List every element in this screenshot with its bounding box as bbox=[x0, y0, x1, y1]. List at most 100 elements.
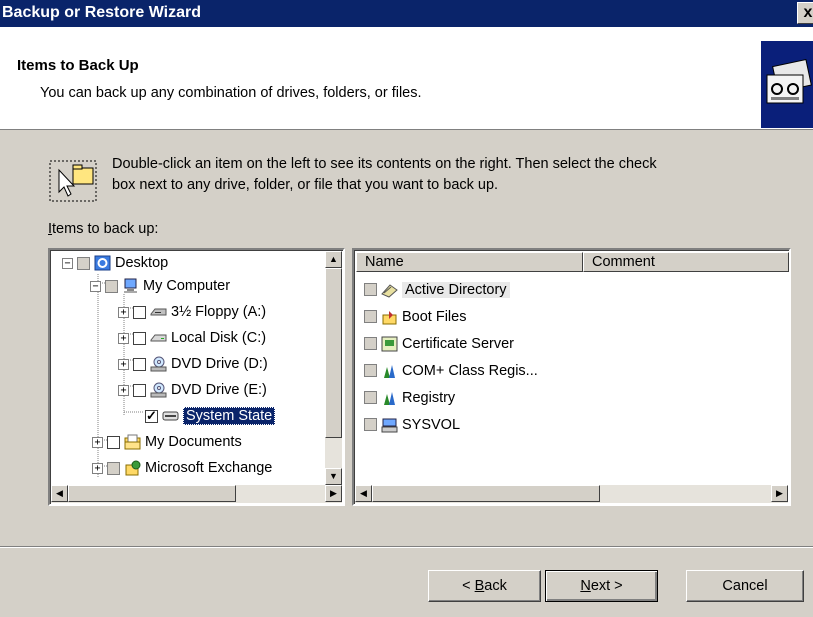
arrow-up-icon: ▲ bbox=[329, 254, 338, 264]
dvd-drive-icon bbox=[150, 356, 167, 372]
next-button[interactable]: Next > bbox=[545, 570, 658, 602]
list-horizontal-scrollbar[interactable]: ◀ ▶ bbox=[355, 485, 788, 503]
expand-toggle[interactable]: + bbox=[92, 436, 103, 448]
checkbox-my-documents[interactable] bbox=[107, 435, 120, 449]
tree-item-dvd-e[interactable]: + DVD Drive (E:) bbox=[118, 379, 267, 401]
list-item-registry[interactable]: Registry bbox=[364, 386, 455, 409]
scroll-left-button[interactable]: ◀ bbox=[355, 485, 372, 502]
checkbox-desktop[interactable] bbox=[77, 256, 90, 270]
checkbox-local-disk[interactable] bbox=[133, 331, 146, 345]
checkbox-dvd-e[interactable] bbox=[133, 383, 146, 397]
tree-item-system-state[interactable]: System State bbox=[145, 405, 276, 427]
tree-item-floppy[interactable]: + 3½ Floppy (A:) bbox=[118, 301, 266, 323]
items-tree[interactable]: − Desktop − My Computer + 3½ Floppy (A:)… bbox=[48, 248, 345, 506]
tree-item-label: Local Disk (C:) bbox=[171, 330, 267, 346]
expand-toggle[interactable]: + bbox=[92, 462, 103, 474]
checkbox[interactable] bbox=[364, 364, 377, 377]
list-item-com-plus[interactable]: COM+ Class Regis... bbox=[364, 359, 538, 382]
scroll-thumb[interactable] bbox=[372, 485, 600, 502]
checkbox-floppy[interactable] bbox=[133, 305, 146, 319]
column-header-comment[interactable]: Comment bbox=[583, 252, 789, 272]
scroll-down-button[interactable]: ▼ bbox=[325, 468, 342, 485]
tree-item-my-documents[interactable]: + My Documents bbox=[92, 431, 242, 453]
floppy-drive-icon bbox=[150, 304, 167, 320]
tree-item-label: System State bbox=[183, 407, 276, 425]
expand-toggle[interactable]: + bbox=[118, 358, 129, 370]
checkbox-microsoft-exchange[interactable] bbox=[107, 461, 120, 475]
column-header-name[interactable]: Name bbox=[356, 252, 583, 272]
sysvol-icon bbox=[381, 417, 398, 433]
checkbox-my-computer[interactable] bbox=[105, 279, 118, 293]
com-plus-icon bbox=[381, 363, 398, 379]
arrow-right-icon: ▶ bbox=[776, 488, 783, 498]
list-item-label: Active Directory bbox=[402, 281, 510, 298]
next-label: ext > bbox=[590, 578, 623, 594]
back-arrow: < bbox=[462, 578, 475, 594]
checkbox-system-state[interactable] bbox=[145, 408, 158, 424]
tree-vertical-scrollbar[interactable]: ▲ ▼ bbox=[325, 251, 342, 485]
tree-item-local-disk[interactable]: + Local Disk (C:) bbox=[118, 327, 266, 349]
instruction-line-2: box next to any drive, folder, or file t… bbox=[112, 177, 499, 193]
arrow-left-icon: ◀ bbox=[56, 488, 63, 498]
tree-item-label: My Computer bbox=[143, 278, 231, 294]
registry-icon bbox=[381, 390, 398, 406]
title-bar: Backup or Restore Wizard x bbox=[0, 0, 813, 27]
list-item-boot-files[interactable]: Boot Files bbox=[364, 305, 466, 328]
back-button[interactable]: < Back bbox=[428, 570, 541, 602]
instruction-line-1: Double-click an item on the left to see … bbox=[112, 156, 657, 172]
tree-item-label: My Documents bbox=[145, 434, 242, 450]
items-list[interactable]: Name Comment Active Directory Boot Files… bbox=[352, 248, 791, 506]
footer-divider bbox=[0, 546, 813, 548]
checkbox[interactable] bbox=[364, 391, 377, 404]
checkbox[interactable] bbox=[364, 418, 377, 431]
tree-item-label: Desktop bbox=[115, 255, 169, 271]
checkbox[interactable] bbox=[364, 310, 377, 323]
tree-item-dvd-d[interactable]: + DVD Drive (D:) bbox=[118, 353, 268, 375]
tree-item-label: DVD Drive (D:) bbox=[171, 356, 268, 372]
scroll-thumb[interactable] bbox=[68, 485, 236, 502]
tree-horizontal-scrollbar[interactable]: ◀ ▶ bbox=[51, 485, 342, 503]
list-item-label: Boot Files bbox=[402, 308, 467, 325]
expand-toggle[interactable]: + bbox=[118, 332, 129, 344]
dvd-drive-icon bbox=[150, 382, 167, 398]
instruction-text: Double-click an item on the left to see … bbox=[112, 154, 792, 196]
expand-toggle[interactable]: + bbox=[118, 306, 129, 318]
scroll-left-button[interactable]: ◀ bbox=[51, 485, 68, 502]
back-accel: B bbox=[474, 578, 485, 594]
scroll-thumb[interactable] bbox=[325, 268, 342, 438]
tree-item-my-computer[interactable]: − My Computer bbox=[90, 275, 230, 297]
scroll-right-button[interactable]: ▶ bbox=[771, 485, 788, 502]
arrow-left-icon: ◀ bbox=[360, 488, 367, 498]
close-button[interactable]: x bbox=[797, 2, 813, 24]
checkbox[interactable] bbox=[364, 337, 377, 350]
list-item-label: COM+ Class Regis... bbox=[402, 362, 538, 379]
page-title: Items to Back Up bbox=[17, 57, 139, 74]
scroll-right-button[interactable]: ▶ bbox=[325, 485, 342, 502]
arrow-down-icon: ▼ bbox=[329, 471, 338, 481]
pointer-hint-icon bbox=[49, 160, 99, 204]
tree-item-microsoft-exchange[interactable]: + Microsoft Exchange bbox=[92, 457, 272, 479]
list-item-certificate-server[interactable]: Certificate Server bbox=[364, 332, 514, 355]
checkbox-dvd-d[interactable] bbox=[133, 357, 146, 371]
items-label-rest: tems to back up: bbox=[52, 221, 159, 237]
tree-item-label: Microsoft Exchange bbox=[145, 460, 273, 476]
page-subtitle: You can back up any combination of drive… bbox=[40, 85, 422, 101]
tree-item-label: 3½ Floppy (A:) bbox=[171, 304, 267, 320]
arrow-right-icon: ▶ bbox=[330, 488, 337, 498]
scroll-up-button[interactable]: ▲ bbox=[325, 251, 342, 268]
active-directory-icon bbox=[381, 282, 398, 298]
collapse-toggle[interactable]: − bbox=[90, 280, 101, 292]
tree-item-label: DVD Drive (E:) bbox=[171, 382, 267, 398]
list-item-label: Registry bbox=[402, 389, 456, 406]
list-item-active-directory[interactable]: Active Directory bbox=[364, 278, 510, 301]
expand-toggle[interactable]: + bbox=[118, 384, 129, 396]
folder-icon bbox=[124, 434, 141, 450]
checkbox[interactable] bbox=[364, 283, 377, 296]
boot-files-icon bbox=[381, 309, 398, 325]
collapse-toggle[interactable]: − bbox=[62, 257, 73, 269]
tree-item-desktop[interactable]: − Desktop bbox=[62, 252, 168, 274]
cancel-button[interactable]: Cancel bbox=[686, 570, 804, 602]
list-item-sysvol[interactable]: SYSVOL bbox=[364, 413, 460, 436]
list-item-label: SYSVOL bbox=[402, 416, 461, 433]
wizard-header: Items to Back Up You can back up any com… bbox=[0, 27, 813, 130]
